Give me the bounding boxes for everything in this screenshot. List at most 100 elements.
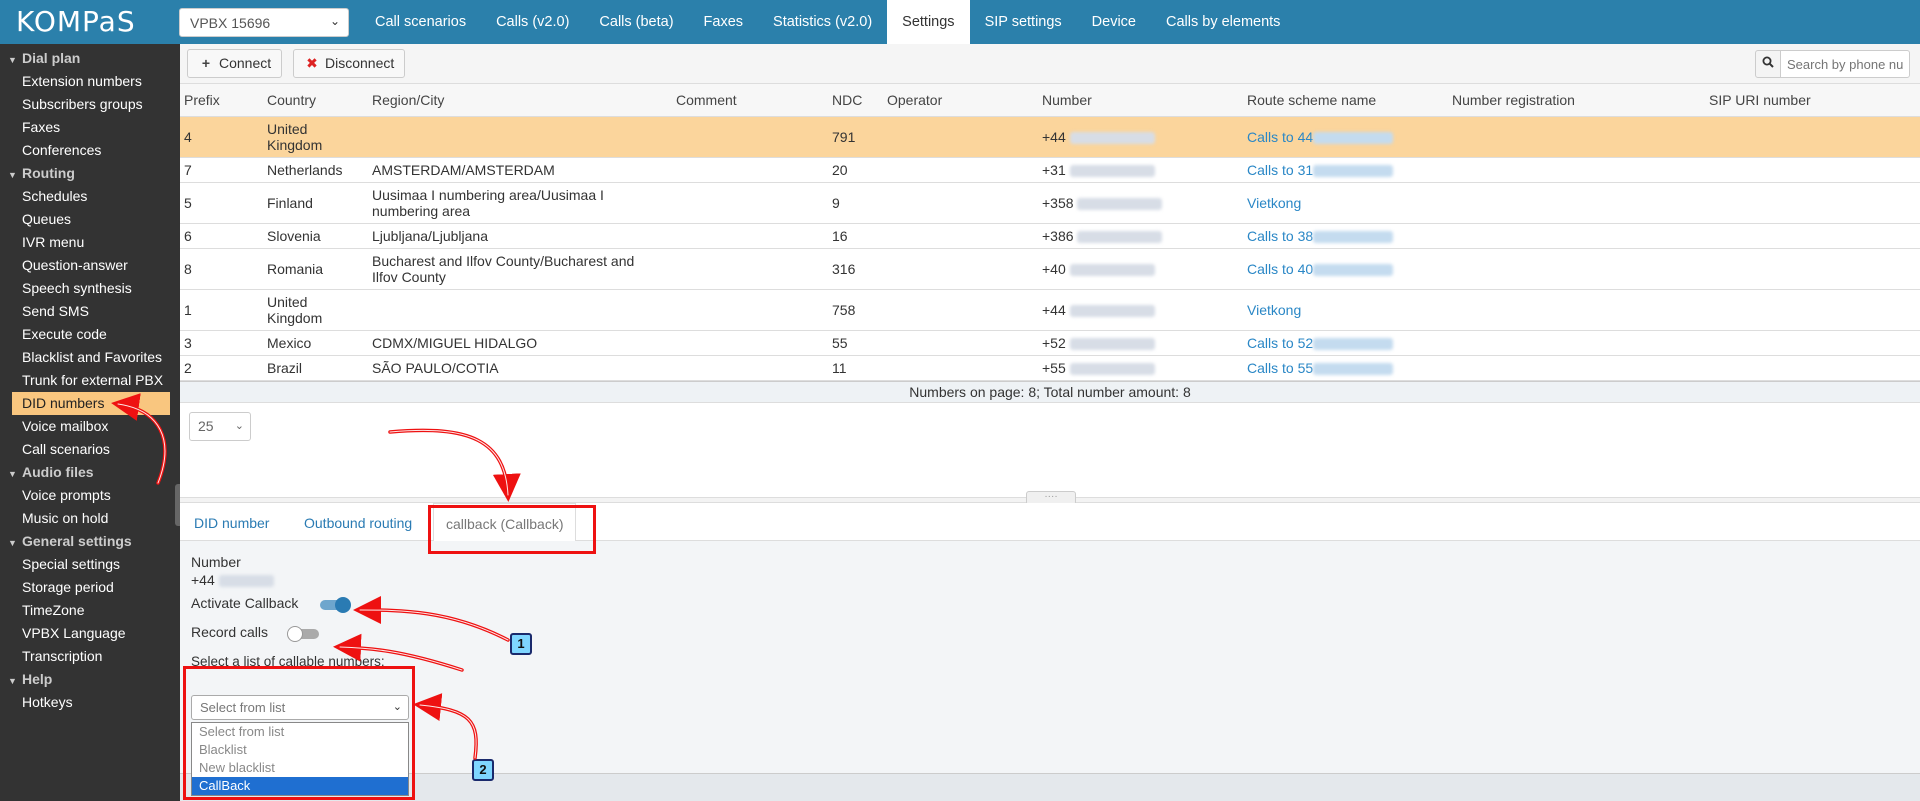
callback-panel: Number +44 Activate Callback Record call… [180,541,1920,801]
page-size-select[interactable]: 25 ⌄ [189,412,251,441]
table-row[interactable]: 3 Mexico CDMX/MIGUEL HIDALGO 55 +52 Call… [180,331,1920,356]
sidebar-item-transcription[interactable]: Transcription [0,645,180,668]
sidebar-item-storage-period[interactable]: Storage period [0,576,180,599]
connect-button[interactable]: + Connect [187,49,283,78]
vpbx-select[interactable]: VPBX 15696 ⌄ [179,8,349,37]
table-row[interactable]: 2 Brazil SÃO PAULO/COTIA 11 +55 Calls to… [180,356,1920,381]
cell-ndc: 9 [832,195,840,211]
cell-route[interactable]: Calls to 55 [1247,360,1394,376]
col-country[interactable]: Country [267,84,316,117]
search-icon[interactable] [1755,50,1781,78]
sidebar-item-faxes[interactable]: Faxes [0,116,180,139]
cell-ndc: 758 [832,302,856,318]
number-label: Number [191,554,241,570]
tab-call-scenarios[interactable]: Call scenarios [360,0,481,44]
sidebar-item-conferences[interactable]: Conferences [0,139,180,162]
col-sip-uri[interactable]: SIP URI number [1709,84,1811,117]
col-region[interactable]: Region/City [372,84,444,117]
sidebar-section-help[interactable]: ▼ Help [0,668,180,691]
tab-sip-settings[interactable]: SIP settings [970,0,1077,44]
sidebar-item-speech-synthesis[interactable]: Speech synthesis [0,277,180,300]
table-row[interactable]: 7 Netherlands AMSTERDAM/AMSTERDAM 20 +31… [180,158,1920,183]
sidebar-item-trunk-external-pbx[interactable]: Trunk for external PBX [0,369,180,392]
tab-faxes[interactable]: Faxes [689,0,759,44]
col-route-scheme[interactable]: Route scheme name [1247,84,1376,117]
tab-calls-by-elements[interactable]: Calls by elements [1151,0,1295,44]
col-prefix[interactable]: Prefix [184,84,220,117]
record-calls-toggle[interactable] [287,626,319,642]
tab-settings[interactable]: Settings [887,0,970,44]
tab-calls-beta[interactable]: Calls (beta) [584,0,688,44]
col-operator[interactable]: Operator [887,84,942,117]
sidebar-section-audio-files[interactable]: ▼ Audio files [0,461,180,484]
cell-route[interactable]: Vietkong [1247,195,1301,211]
cell-number: +31 [1042,162,1155,178]
col-number-registration[interactable]: Number registration [1452,84,1575,117]
sidebar-item-timezone[interactable]: TimeZone [0,599,180,622]
sidebar-section-general-settings[interactable]: ▼ General settings [0,530,180,553]
sidebar-item-hotkeys[interactable]: Hotkeys [0,691,180,714]
table-row[interactable]: 8 Romania Bucharest and Ilfov County/Buc… [180,249,1920,290]
tab-outbound-routing[interactable]: Outbound routing [304,503,412,541]
cell-number: +55 [1042,360,1155,376]
sidebar-item-call-scenarios[interactable]: Call scenarios [0,438,180,461]
disconnect-button[interactable]: ✖ Disconnect [293,49,406,78]
tab-device[interactable]: Device [1077,0,1151,44]
tab-calls-v2[interactable]: Calls (v2.0) [481,0,584,44]
cell-ndc: 11 [832,360,847,376]
cell-route[interactable]: Vietkong [1247,302,1301,318]
sidebar-section-dial-plan[interactable]: ▼ Dial plan [0,47,180,70]
table-header: Prefix Country Region/City Comment NDC O… [180,84,1920,117]
sidebar-item-did-numbers[interactable]: DID numbers [12,392,170,415]
sidebar-section-routing[interactable]: ▼ Routing [0,162,180,185]
cell-prefix: 2 [184,360,192,376]
search-input[interactable] [1780,50,1910,78]
cell-prefix: 4 [184,129,192,145]
sidebar-item-voice-mailbox[interactable]: Voice mailbox [0,415,180,438]
chevron-down-icon: ⌄ [234,420,244,432]
sidebar-item-blacklist-favorites[interactable]: Blacklist and Favorites [0,346,180,369]
col-comment[interactable]: Comment [676,84,737,117]
vpbx-select-value: VPBX 15696 [190,15,271,31]
sidebar-item-schedules[interactable]: Schedules [0,185,180,208]
cell-region: CDMX/MIGUEL HIDALGO [372,335,538,351]
cell-region: Ljubljana/Ljubljana [372,228,488,244]
sidebar-item-question-answer[interactable]: Question-answer [0,254,180,277]
sidebar-item-extension-numbers[interactable]: Extension numbers [0,70,180,93]
sidebar-item-send-sms[interactable]: Send SMS [0,300,180,323]
col-ndc[interactable]: NDC [832,84,862,117]
table-row[interactable]: 4 United Kingdom 791 +44 Calls to 44 [180,117,1920,158]
cell-route[interactable]: Calls to 52 [1247,335,1394,351]
tab-statistics-v2[interactable]: Statistics (v2.0) [758,0,887,44]
tab-did-number[interactable]: DID number [194,503,269,541]
cell-region: Uusimaa I numbering area/Uusimaa I numbe… [372,187,604,219]
col-number[interactable]: Number [1042,84,1092,117]
cell-number: +386 [1042,228,1163,244]
caret-down-icon: ▼ [8,170,17,180]
annotation-badge-2: 2 [472,759,494,781]
toolbar: + Connect ✖ Disconnect [180,44,1920,84]
table-row[interactable]: 1 United Kingdom 758 +44 Vietkong [180,290,1920,331]
table-row[interactable]: 5 Finland Uusimaa I numbering area/Uusim… [180,183,1920,224]
sidebar-item-vpbx-language[interactable]: VPBX Language [0,622,180,645]
sidebar: ▼ Dial plan Extension numbers Subscribers… [0,44,183,801]
table-row[interactable]: 6 Slovenia Ljubljana/Ljubljana 16 +386 C… [180,224,1920,249]
sidebar-item-music-on-hold[interactable]: Music on hold [0,507,180,530]
cell-route[interactable]: Calls to 38 [1247,228,1394,244]
kompas-logo[interactable]: KOMPaS [16,8,166,36]
sidebar-item-execute-code[interactable]: Execute code [0,323,180,346]
plus-icon: + [201,55,211,71]
cell-route[interactable]: Calls to 44 [1247,129,1394,145]
cell-ndc: 55 [832,335,848,351]
sidebar-item-voice-prompts[interactable]: Voice prompts [0,484,180,507]
cell-route[interactable]: Calls to 31 [1247,162,1394,178]
sidebar-item-queues[interactable]: Queues [0,208,180,231]
cell-country: Slovenia [267,228,321,244]
sidebar-item-subscribers-groups[interactable]: Subscribers groups [0,93,180,116]
sidebar-item-special-settings[interactable]: Special settings [0,553,180,576]
cell-ndc: 20 [832,162,848,178]
cell-route[interactable]: Calls to 40 [1247,261,1394,277]
cell-prefix: 7 [184,162,192,178]
sidebar-item-ivr-menu[interactable]: IVR menu [0,231,180,254]
activate-callback-toggle[interactable] [320,597,351,613]
